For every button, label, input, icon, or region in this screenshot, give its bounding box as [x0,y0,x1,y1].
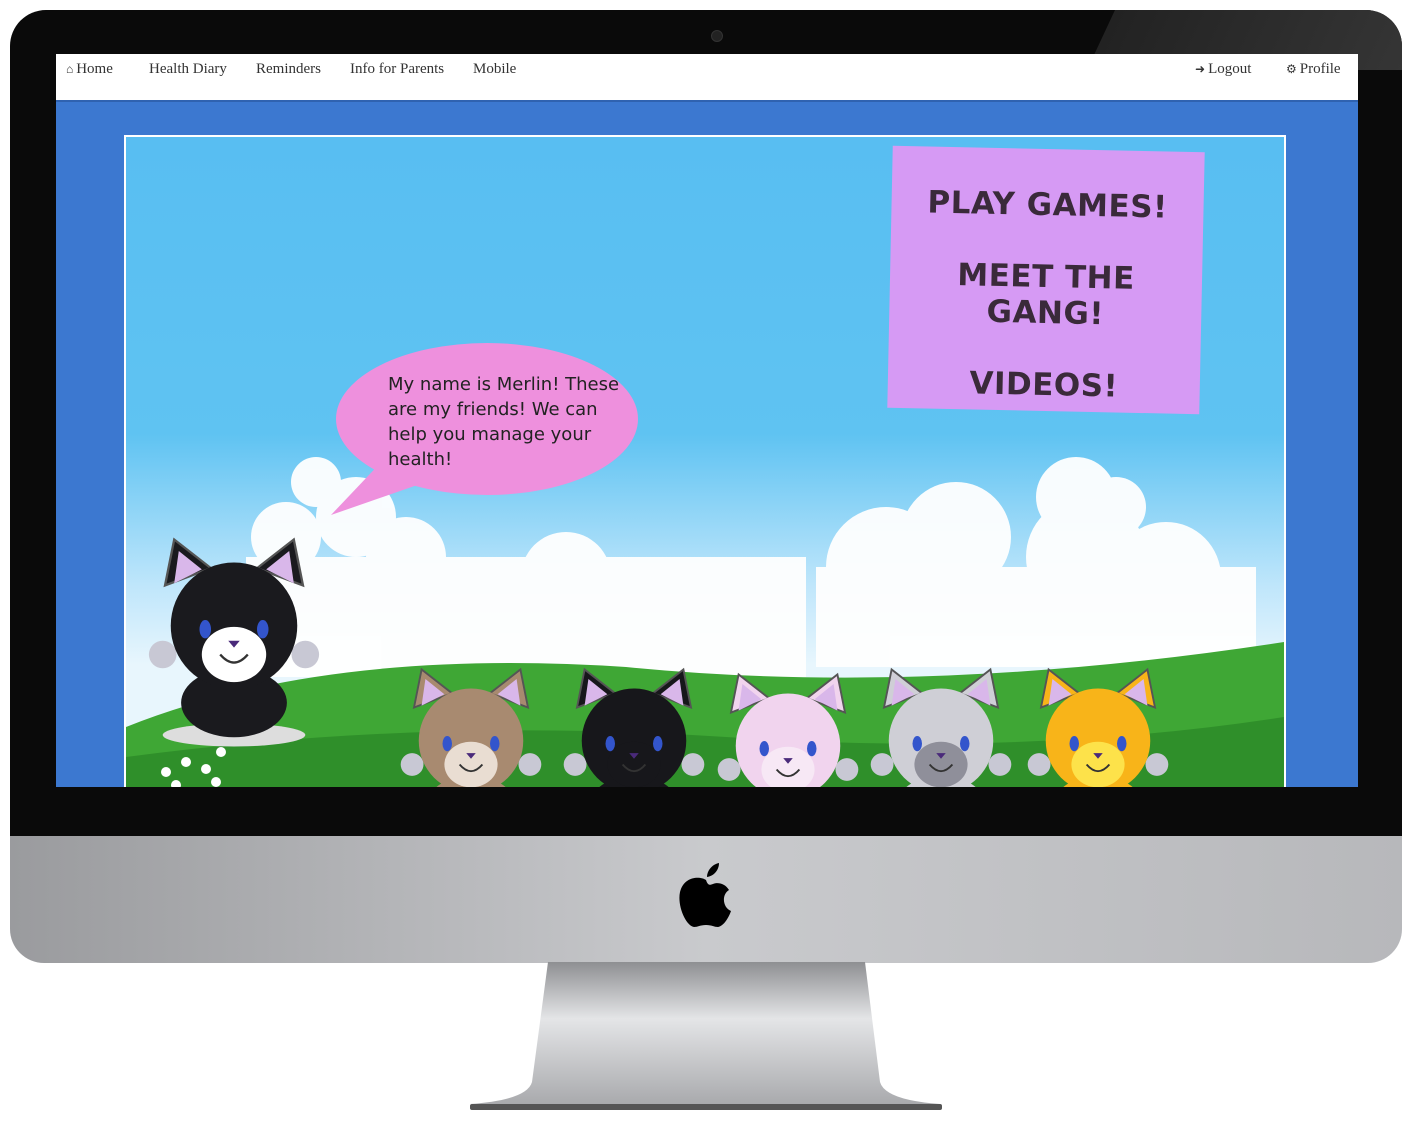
speech-bubble-text: My name is Merlin! These are my friends!… [388,374,620,470]
camera [711,30,723,42]
nav-mobile[interactable]: Mobile [473,61,516,78]
nav-home[interactable]: ⌂ Home [66,61,113,78]
gear-icon: ⚙ [1286,62,1297,76]
home-icon: ⌂ [66,62,74,76]
nav-reminders[interactable]: Reminders [256,61,321,78]
monitor-stand [470,962,942,1110]
hero-scene: My name is Merlin! These are my friends!… [124,135,1286,787]
top-navbar: ⌂ Home Health Diary Reminders Info for Pa… [56,54,1358,102]
logout-icon: ➜ [1195,62,1206,76]
browser-screen: ⌂ Home Health Diary Reminders Info for Pa… [56,54,1358,787]
nav-health-diary[interactable]: Health Diary [149,61,227,78]
nav-profile[interactable]: ⚙ Profile [1286,61,1341,78]
note-videos[interactable]: VIDEOS! [887,364,1200,407]
note-gang[interactable]: GANG! [889,292,1202,335]
note-play-games[interactable]: PLAY GAMES! [891,184,1204,227]
apple-logo-icon [679,863,731,927]
nav-info-for-parents[interactable]: Info for Parents [350,61,444,78]
play-games-note[interactable]: PLAY GAMES! MEET THE GANG! VIDEOS! [887,145,1205,415]
nav-logout[interactable]: ➜ Logout [1195,61,1251,78]
